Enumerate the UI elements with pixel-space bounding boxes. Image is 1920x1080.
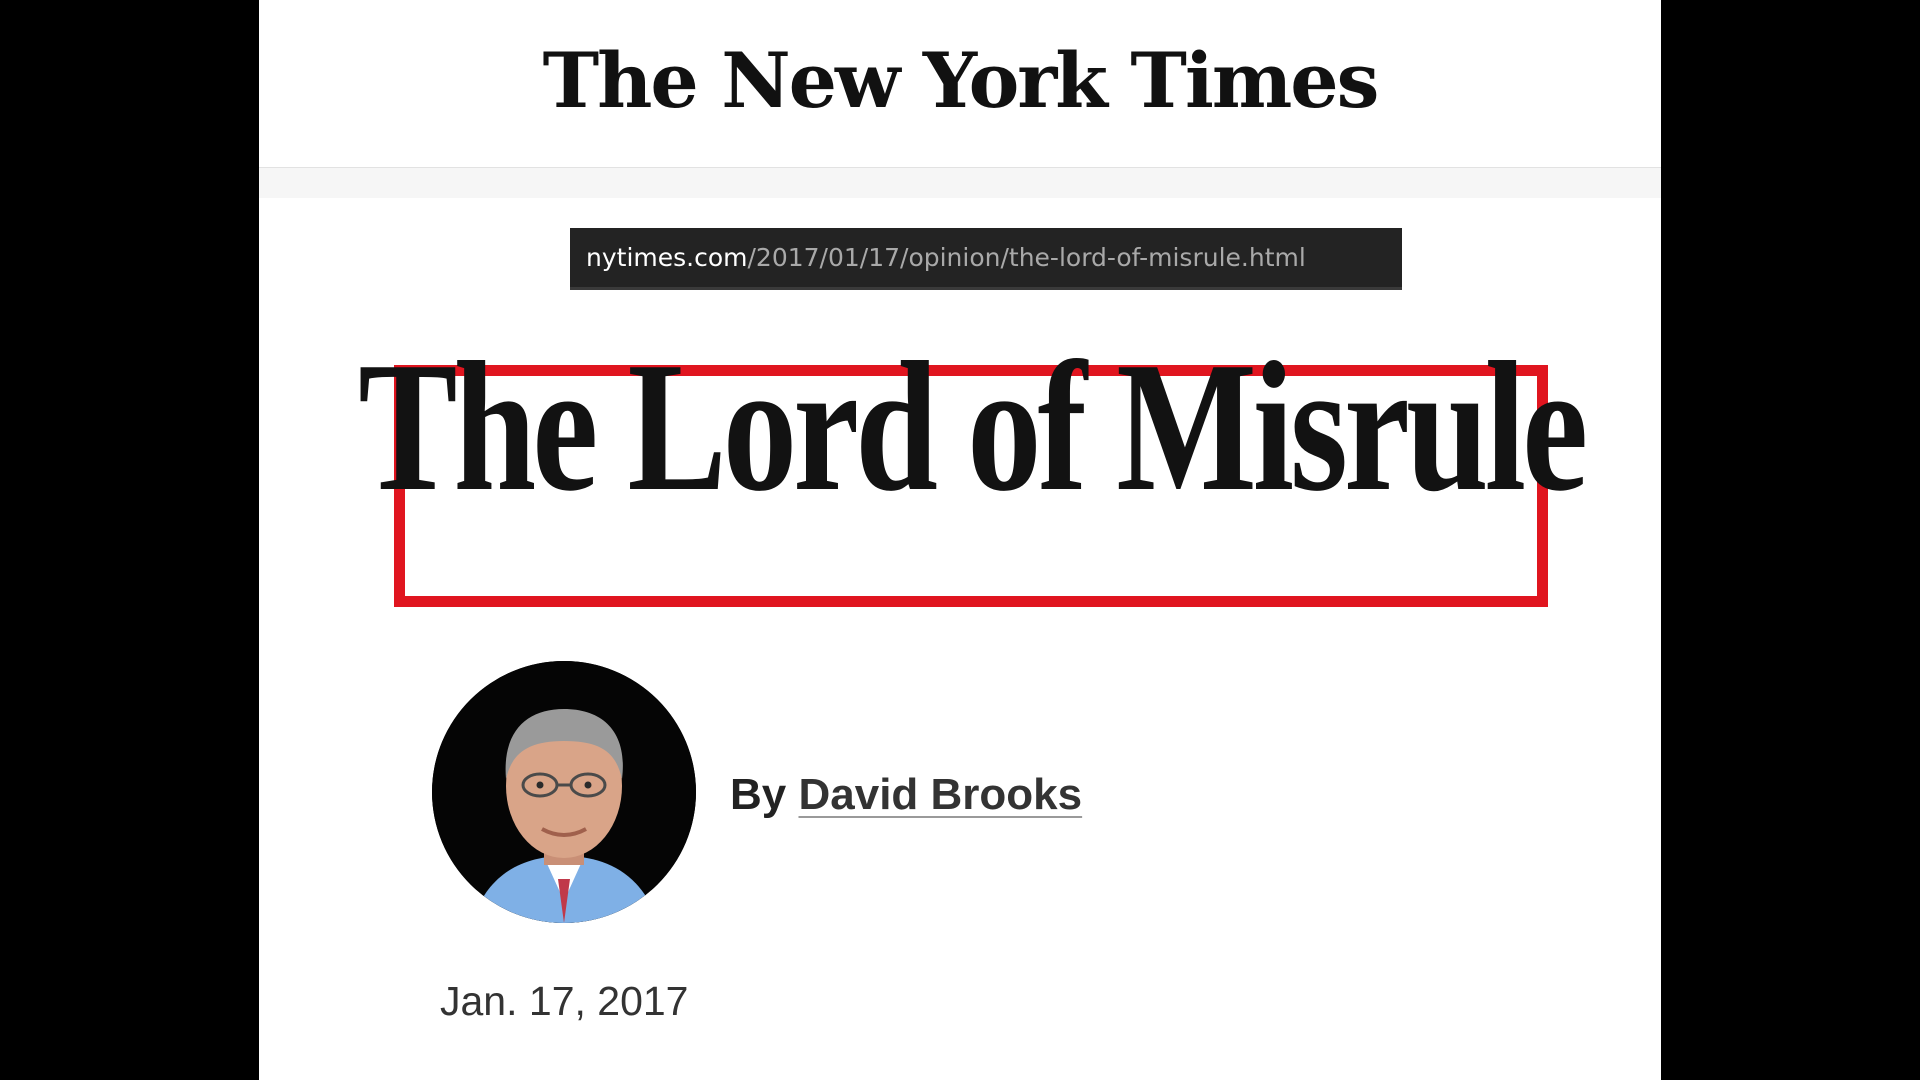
article-page: The New York Times nytimes.com/2017/01/1… [259, 0, 1661, 1080]
author-link[interactable]: David Brooks [798, 770, 1082, 819]
byline: By David Brooks [730, 770, 1082, 820]
article-headline: The Lord of Misrule [358, 323, 1588, 530]
masthead: The New York Times [259, 0, 1661, 168]
author-portrait-image [432, 661, 696, 923]
url-domain: nytimes.com [586, 243, 748, 272]
author-avatar[interactable] [432, 661, 696, 923]
headline-highlight-box: The Lord of Misrule [358, 334, 1588, 607]
nyt-logo[interactable]: The New York Times [543, 42, 1380, 119]
url-path: /2017/01/17/opinion/the-lord-of-misrule.… [747, 243, 1306, 272]
byline-prefix: By [730, 770, 799, 819]
publish-date: Jan. 17, 2017 [440, 978, 689, 1024]
screen: The New York Times nytimes.com/2017/01/1… [0, 0, 1920, 1080]
masthead-divider-bar [259, 168, 1661, 198]
url-overlay: nytimes.com/2017/01/17/opinion/the-lord-… [570, 228, 1402, 290]
